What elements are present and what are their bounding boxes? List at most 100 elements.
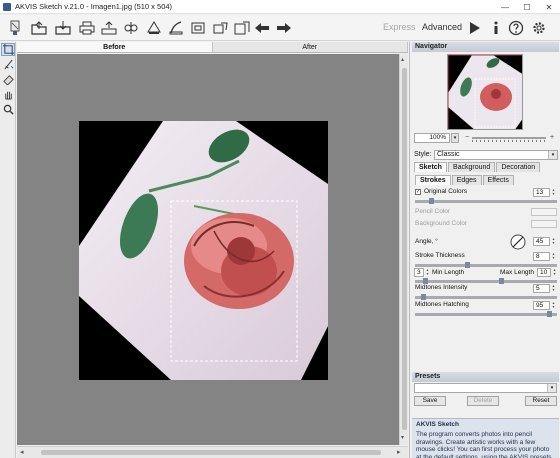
run-processing-icon[interactable] xyxy=(466,19,484,37)
title-bar: AKVIS Sketch v.21.0 - Imagen1.jpg (510 x… xyxy=(0,0,560,14)
delete-preset-button[interactable]: Delete xyxy=(467,396,499,406)
max-length-spinner-icon[interactable]: ▴ ▾ xyxy=(552,268,557,277)
presets-select[interactable]: ▾ xyxy=(414,383,557,393)
tab-strokes[interactable]: Strokes xyxy=(415,175,451,185)
angle-value[interactable]: 45 xyxy=(533,237,550,246)
advanced-mode-button[interactable]: Advanced xyxy=(422,22,462,32)
navigator-thumbnail xyxy=(448,55,522,129)
text-tool-icon[interactable] xyxy=(212,19,230,37)
max-length-value[interactable]: 10 xyxy=(537,268,551,277)
app-icon xyxy=(3,2,11,11)
original-colors-spinner-icon[interactable]: ▴ ▾ xyxy=(551,188,556,197)
logo-icon xyxy=(6,19,24,37)
original-colors-row: ✓ Original Colors 13 ▴ ▾ xyxy=(414,188,559,198)
reset-preset-button[interactable]: Reset xyxy=(525,396,557,406)
image-canvas[interactable] xyxy=(17,54,408,445)
original-colors-label: Original Colors xyxy=(424,188,467,195)
scroll-right-icon[interactable]: ▸ xyxy=(397,448,401,456)
vertical-scroll-thumb[interactable] xyxy=(402,68,407,430)
horizontal-scroll-thumb[interactable] xyxy=(41,450,381,455)
navigator-header: Navigator xyxy=(412,42,559,52)
stroke-thickness-slider[interactable] xyxy=(415,262,557,268)
chevron-down-icon: ▾ xyxy=(547,384,556,392)
background-color-row: Background Color xyxy=(414,220,559,230)
express-mode-button[interactable]: Express xyxy=(383,22,416,32)
midtones-intensity-slider-knob[interactable] xyxy=(421,294,426,300)
vertical-scrollbar[interactable]: ▴ ▾ xyxy=(399,54,408,445)
info-icon[interactable] xyxy=(487,19,505,37)
help-panel: AKVIS Sketch The program converts photos… xyxy=(412,418,559,458)
original-colors-slider[interactable] xyxy=(415,198,557,204)
close-button[interactable]: ✕ xyxy=(538,0,560,14)
midtones-hatching-spinner-icon[interactable]: ▴ ▾ xyxy=(551,301,556,310)
photo-area xyxy=(79,121,328,380)
scroll-up-icon[interactable]: ▴ xyxy=(401,56,404,63)
settings-panel: Navigator 100% ▾ − + Style: Classic ▾ Sk… xyxy=(409,42,560,458)
original-colors-checkbox[interactable]: ✓ xyxy=(415,189,421,195)
batch-processing-icon[interactable] xyxy=(122,19,140,37)
midtones-intensity-value[interactable]: 5 xyxy=(533,284,550,293)
save-file-icon[interactable] xyxy=(54,19,72,37)
share-icon[interactable] xyxy=(100,19,118,37)
midtones-hatching-slider[interactable] xyxy=(415,311,557,317)
midtones-intensity-spinner-icon[interactable]: ▴ ▾ xyxy=(551,284,556,293)
length-range-slider[interactable] xyxy=(415,278,557,284)
original-colors-slider-knob[interactable] xyxy=(429,198,434,204)
min-length-spinner-icon[interactable]: ▴ ▾ xyxy=(425,268,430,277)
help-icon[interactable] xyxy=(507,19,525,37)
angle-row: Angle, ° 45 ▴ ▾ xyxy=(414,234,559,250)
undo-arrow-icon[interactable] xyxy=(253,19,271,37)
tab-after[interactable]: After xyxy=(213,42,408,52)
tab-decoration[interactable]: Decoration xyxy=(496,162,541,172)
stroke-thickness-row: Stroke Thickness 8 ▴ ▾ xyxy=(414,252,559,262)
tab-sketch[interactable]: Sketch xyxy=(414,162,447,172)
zoom-out-button[interactable]: − xyxy=(463,133,471,143)
style-select[interactable]: Classic ▾ xyxy=(434,150,558,160)
redo-arrow-icon[interactable] xyxy=(275,19,293,37)
min-length-value[interactable]: 3 xyxy=(414,268,424,277)
tools-panel xyxy=(0,42,16,458)
angle-spinner-icon[interactable]: ▴ ▾ xyxy=(551,237,556,246)
tab-before[interactable]: Before xyxy=(17,42,213,52)
toolbar: Express Advanced xyxy=(0,15,560,41)
minimize-button[interactable]: — xyxy=(494,0,516,14)
tab-edges[interactable]: Edges xyxy=(451,175,482,185)
zoom-value-field[interactable]: 100% xyxy=(414,133,450,143)
navigator-preview[interactable] xyxy=(447,54,523,130)
chevron-down-icon: ▾ xyxy=(548,151,557,159)
midtones-hatching-slider-row xyxy=(414,311,559,317)
zoom-dropdown-icon[interactable]: ▾ xyxy=(451,133,459,143)
midtones-intensity-label: Midtones Intensity xyxy=(415,284,468,291)
crop-tool-icon[interactable] xyxy=(1,43,15,56)
midtones-intensity-slider[interactable] xyxy=(415,294,557,300)
zoom-tool-icon[interactable] xyxy=(1,103,15,116)
tab-background[interactable]: Background xyxy=(447,162,496,172)
brush-tool-icon[interactable] xyxy=(1,58,15,71)
background-color-swatch[interactable] xyxy=(531,220,557,228)
hand-tool-icon[interactable] xyxy=(1,88,15,101)
maximize-button[interactable]: ☐ xyxy=(516,0,538,14)
horizontal-scrollbar[interactable]: ◂ ▸ xyxy=(17,446,408,458)
save-preset-button[interactable]: Save xyxy=(414,396,446,406)
canvas-icon[interactable] xyxy=(145,19,163,37)
scroll-down-icon[interactable]: ▾ xyxy=(401,434,404,441)
presets-header: Presets xyxy=(412,372,559,382)
tab-effects[interactable]: Effects xyxy=(482,175,514,185)
print-icon[interactable] xyxy=(78,19,96,37)
stroke-icon[interactable] xyxy=(167,19,185,37)
zoom-in-button[interactable]: + xyxy=(548,133,556,143)
open-file-icon[interactable] xyxy=(30,19,48,37)
frame-icon[interactable] xyxy=(189,19,207,37)
stroke-thickness-value[interactable]: 8 xyxy=(533,252,550,261)
angle-dial-icon[interactable] xyxy=(510,234,526,250)
settings-gear-icon[interactable] xyxy=(530,19,548,37)
midtones-hatching-value[interactable]: 95 xyxy=(533,301,550,310)
print-preview-icon[interactable] xyxy=(233,19,251,37)
eraser-tool-icon[interactable] xyxy=(1,73,15,86)
scroll-left-icon[interactable]: ◂ xyxy=(20,448,24,456)
stroke-thickness-spinner-icon[interactable]: ▴ ▾ xyxy=(551,252,556,261)
pencil-color-swatch[interactable] xyxy=(531,208,557,216)
original-colors-value[interactable]: 13 xyxy=(533,188,550,197)
zoom-slider[interactable] xyxy=(472,137,546,139)
midtones-hatching-slider-knob[interactable] xyxy=(547,311,552,317)
